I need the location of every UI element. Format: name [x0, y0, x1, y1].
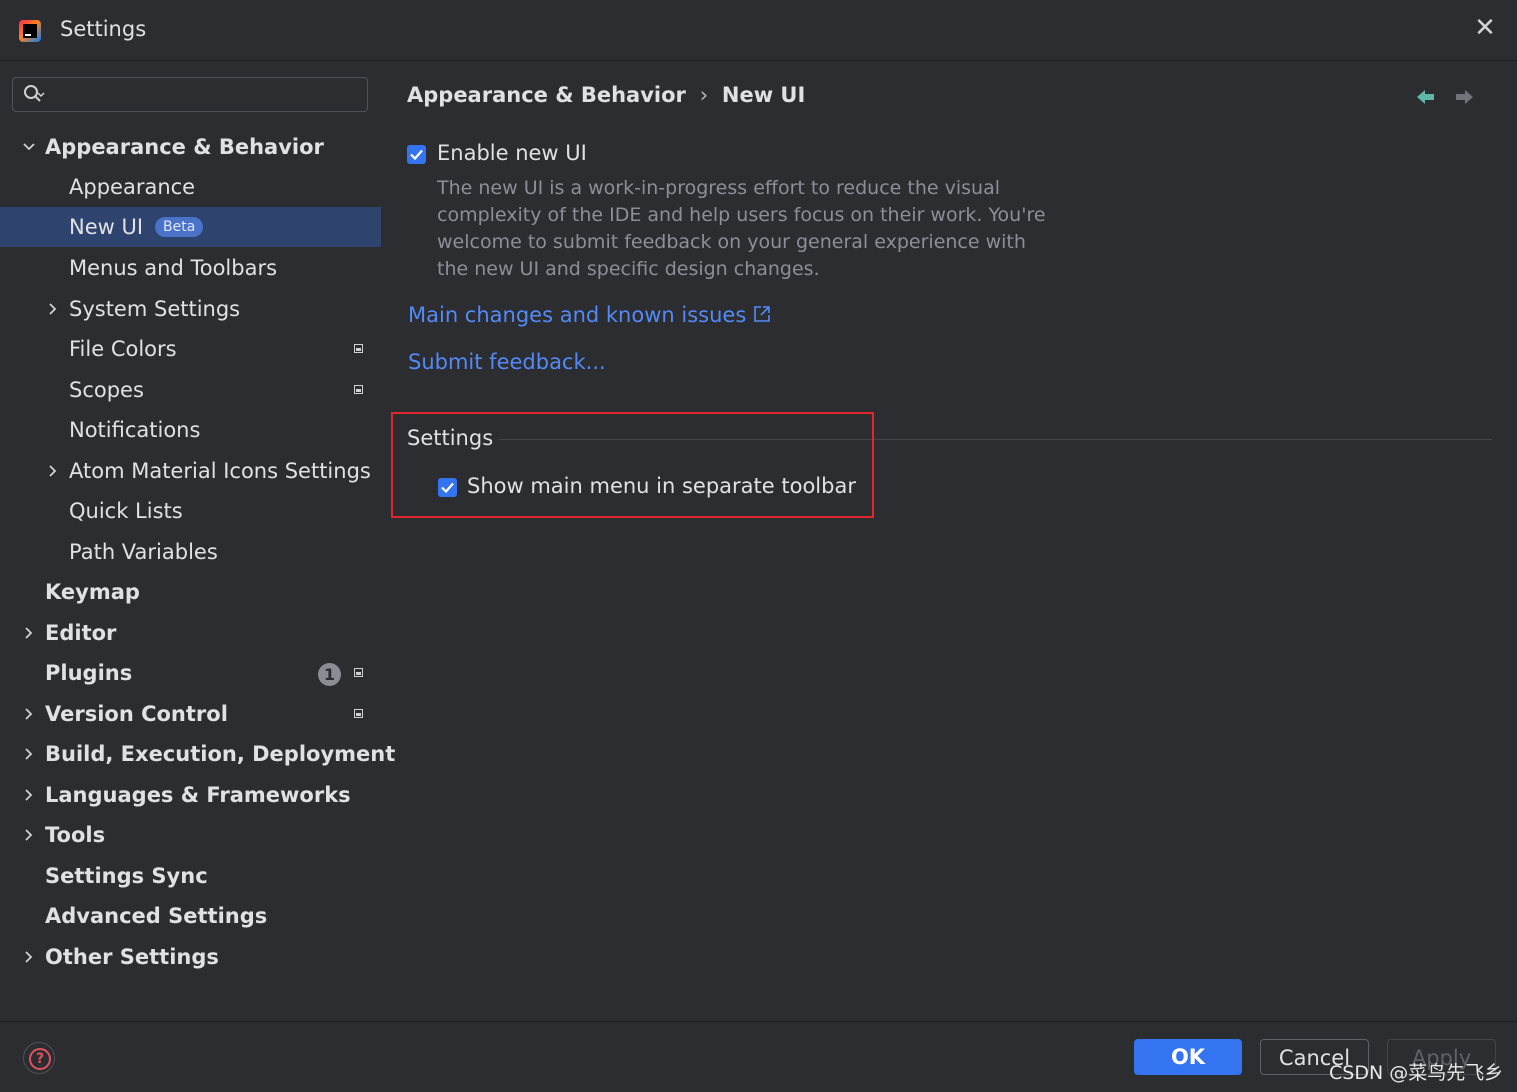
sidebar-item-version-control[interactable]: Version Control: [0, 694, 381, 734]
back-arrow-icon[interactable]: [1416, 89, 1436, 105]
sidebar-item-tools[interactable]: Tools: [0, 815, 381, 855]
chevron-right-icon: [25, 708, 33, 720]
sidebar-item-label: Other Settings: [45, 945, 219, 969]
sidebar-item-label: File Colors: [69, 337, 177, 361]
search-input[interactable]: [53, 82, 357, 108]
search-field[interactable]: [12, 77, 368, 112]
enable-new-ui-label[interactable]: Enable new UI: [437, 141, 587, 165]
sidebar-item-appearance[interactable]: Appearance: [0, 167, 381, 207]
settings-sidebar: Appearance & Behavior Appearance New UI …: [0, 61, 395, 1021]
breadcrumb-item: New UI: [721, 83, 806, 107]
sidebar-item-label: Atom Material Icons Settings: [69, 459, 371, 483]
chevron-right-icon: [49, 303, 57, 315]
sidebar-item-label: Scopes: [69, 378, 144, 402]
sidebar-item-quick-lists[interactable]: Quick Lists: [0, 491, 381, 531]
watermark: CSDN @菜鸟先飞乡: [1329, 1062, 1504, 1084]
sidebar-item-label: Quick Lists: [69, 499, 183, 523]
enable-new-ui-checkbox[interactable]: [407, 145, 426, 164]
sidebar-item-label: System Settings: [69, 297, 241, 321]
breadcrumb-separator: ›: [699, 83, 709, 107]
beta-badge: Beta: [155, 217, 204, 237]
sidebar-item-keymap[interactable]: Keymap: [0, 572, 381, 612]
breadcrumb-item[interactable]: Appearance & Behavior: [407, 83, 686, 107]
sidebar-item-label: Build, Execution, Deployment: [45, 742, 396, 766]
sidebar-item-other-settings[interactable]: Other Settings: [0, 937, 381, 977]
sidebar-item-plugins[interactable]: Plugins 1: [0, 653, 381, 693]
submit-feedback-link[interactable]: Submit feedback...: [408, 350, 606, 374]
sidebar-item-label: Editor: [45, 621, 117, 645]
ok-button[interactable]: OK: [1134, 1039, 1242, 1075]
annotation-highlight-box: [391, 412, 874, 518]
chevron-right-icon: [25, 627, 33, 639]
external-link-icon: [754, 306, 770, 322]
sidebar-item-notifications[interactable]: Notifications: [0, 410, 381, 450]
sidebar-item-editor[interactable]: Editor: [0, 613, 381, 653]
sidebar-item-new-ui[interactable]: New UI Beta: [0, 207, 381, 247]
sidebar-item-label: Plugins: [45, 661, 133, 685]
main-changes-link[interactable]: Main changes and known issues: [408, 303, 771, 327]
project-level-icon: [354, 709, 363, 718]
help-button[interactable]: ?: [23, 1042, 55, 1074]
chevron-right-icon: [25, 829, 33, 841]
sidebar-item-label: Appearance: [69, 175, 196, 199]
sidebar-item-build-execution-deployment[interactable]: Build, Execution, Deployment: [0, 734, 395, 774]
plugins-update-count-badge: 1: [318, 663, 341, 686]
chevron-right-icon: [25, 789, 33, 801]
search-icon: [24, 85, 45, 102]
sidebar-item-label: Appearance & Behavior: [45, 135, 324, 159]
project-level-icon: [354, 344, 363, 353]
sidebar-item-languages-frameworks[interactable]: Languages & Frameworks: [0, 775, 381, 815]
checkmark-icon: [410, 149, 423, 161]
chevron-right-icon: [49, 465, 57, 477]
sidebar-item-atom-material-icons[interactable]: Atom Material Icons Settings: [0, 451, 381, 491]
sidebar-item-system-settings[interactable]: System Settings: [0, 289, 381, 329]
sidebar-item-label: Keymap: [45, 580, 140, 604]
title-bar: Settings ✕: [0, 0, 1517, 61]
sidebar-item-label: New UI: [69, 215, 144, 239]
new-ui-description: The new UI is a work-in-progress effort …: [437, 177, 1046, 280]
sidebar-item-label: Tools: [45, 823, 106, 847]
sidebar-item-label: Settings Sync: [45, 864, 208, 888]
close-icon[interactable]: ✕: [1472, 15, 1498, 41]
sidebar-item-menus-toolbars[interactable]: Menus and Toolbars: [0, 248, 381, 288]
window-title: Settings: [60, 17, 147, 41]
forward-arrow-icon[interactable]: [1454, 89, 1474, 105]
sidebar-item-label: Path Variables: [69, 540, 218, 564]
project-level-icon: [354, 668, 363, 677]
sidebar-item-label: Languages & Frameworks: [45, 783, 351, 807]
chevron-down-icon: [23, 143, 35, 151]
settings-content: Appearance & Behavior › New UI Enable new …: [382, 61, 1517, 1021]
sidebar-item-appearance-behavior[interactable]: Appearance & Behavior: [0, 127, 381, 167]
app-logo-icon: [19, 20, 41, 42]
main-changes-link-label: Main changes and known issues: [408, 303, 747, 327]
sidebar-item-file-colors[interactable]: File Colors: [0, 329, 381, 369]
sidebar-item-label: Menus and Toolbars: [69, 256, 278, 280]
sidebar-item-settings-sync[interactable]: Settings Sync: [0, 856, 381, 896]
project-level-icon: [354, 385, 363, 394]
help-icon: ?: [29, 1048, 51, 1070]
sidebar-item-label: Version Control: [45, 702, 228, 726]
chevron-right-icon: [25, 951, 33, 963]
dialog-footer: ? OK Cancel Apply CSDN @菜鸟先飞乡: [0, 1021, 1517, 1092]
breadcrumb: Appearance & Behavior › New UI: [407, 83, 805, 107]
sidebar-item-scopes[interactable]: Scopes: [0, 370, 381, 410]
sidebar-item-label: Advanced Settings: [45, 904, 268, 928]
chevron-right-icon: [25, 748, 33, 760]
sidebar-item-label: Notifications: [69, 418, 201, 442]
sidebar-item-advanced-settings[interactable]: Advanced Settings: [0, 896, 381, 936]
sidebar-item-path-variables[interactable]: Path Variables: [0, 532, 381, 572]
